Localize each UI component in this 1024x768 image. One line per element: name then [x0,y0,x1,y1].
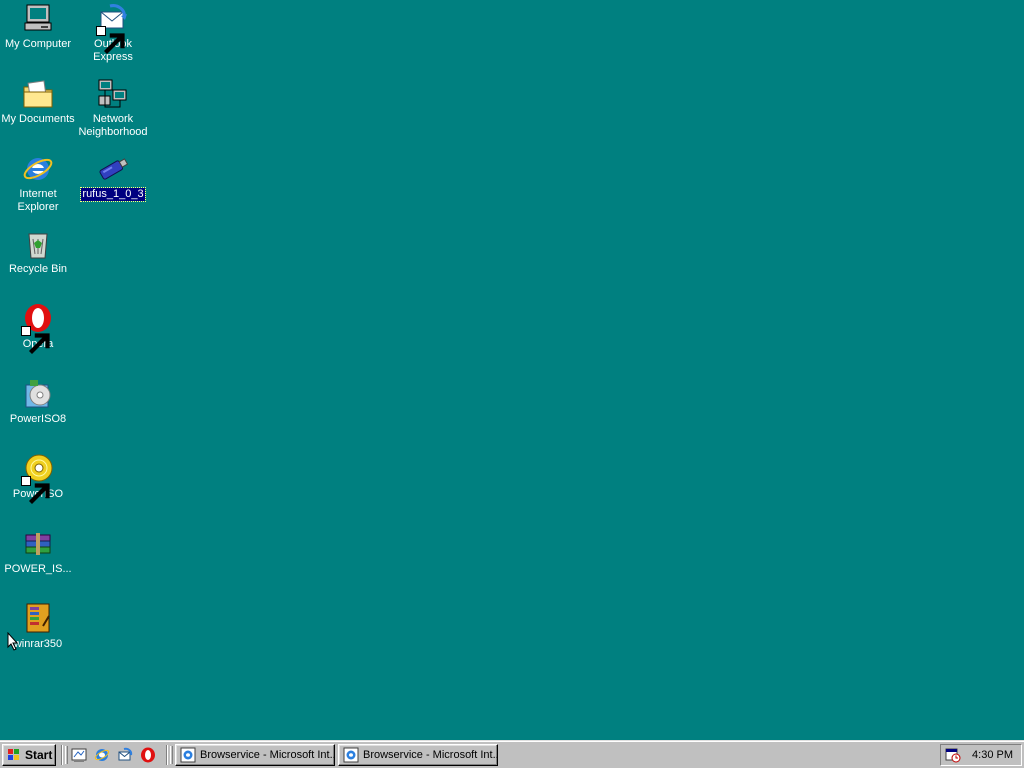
folder-documents-icon [21,77,55,111]
taskbar-separator [166,745,168,765]
internet-explorer-icon [180,747,196,763]
desktop: My Computer My Documents Internet Explor… [0,0,1024,740]
internet-explorer-icon[interactable] [94,747,110,763]
desktop-icon-label: PowerISO8 [9,413,67,425]
show-desktop-icon[interactable] [71,747,87,763]
start-label: Start [25,748,53,762]
taskbar: Start Browservice - Microsoft Int... Bro… [0,740,1024,768]
taskbar-button-label: Browservice - Microsoft Int... [200,749,335,761]
shortcut-arrow-icon [96,26,125,55]
winrar-installer-icon [21,602,55,636]
power-iso-archive-desktop-icon[interactable]: POWER_IS... [0,527,76,576]
internet-explorer-icon [21,152,55,186]
toolbar-grip[interactable] [170,746,173,764]
desktop-icon-label: My Computer [4,38,72,50]
my-computer-desktop-icon[interactable]: My Computer [0,2,76,51]
desktop-icon-label: Internet Explorer [17,188,59,213]
poweriso-desktop-icon[interactable]: PowerISO [0,452,76,505]
recycle-bin-icon [21,227,55,261]
outlook-express-desktop-icon[interactable]: Outlook Express [75,2,151,64]
scheduler-icon[interactable] [945,747,961,763]
poweriso-installer-icon [21,377,55,411]
desktop-icon-label: POWER_IS... [4,563,72,575]
opera-icon [21,302,55,355]
clock[interactable]: 4:30 PM [972,749,1013,761]
taskbar-button-label: Browservice - Microsoft Int... [363,749,498,761]
desktop-icon-label: Network Neighborhood [78,113,148,138]
system-tray: 4:30 PM [940,744,1022,766]
start-button[interactable]: Start [2,744,56,766]
desktop-icon-label: My Documents [1,113,75,125]
desktop-icon-label: rufus_1_0_3 [80,187,146,202]
windows-logo-icon [8,749,19,760]
toolbar-grip[interactable] [65,746,68,764]
outlook-express-icon[interactable] [117,747,133,763]
outlook-express-icon [96,2,130,55]
opera-desktop-icon[interactable]: Opera [0,302,76,355]
mouse-pointer-icon [7,632,19,651]
usb-drive-icon [96,152,130,186]
desktop-icon-label: Recycle Bin [8,263,68,275]
network-neighborhood-desktop-icon[interactable]: Network Neighborhood [75,77,151,139]
network-icon [96,77,130,111]
rufus-desktop-icon[interactable]: rufus_1_0_3 [75,152,151,202]
internet-explorer-icon [343,747,359,763]
recycle-bin-desktop-icon[interactable]: Recycle Bin [0,227,76,276]
poweriso8-desktop-icon[interactable]: PowerISO8 [0,377,76,426]
computer-icon [21,2,55,36]
winrar-archive-icon [21,527,55,561]
shortcut-arrow-icon [21,476,50,505]
shortcut-arrow-icon [21,326,50,355]
internet-explorer-desktop-icon[interactable]: Internet Explorer [0,152,76,214]
opera-icon[interactable] [140,747,156,763]
poweriso-disc-icon [21,452,55,505]
taskbar-separator [61,745,63,765]
taskbar-button-browservice-2[interactable]: Browservice - Microsoft Int... [338,744,498,766]
my-documents-desktop-icon[interactable]: My Documents [0,77,76,126]
taskbar-button-browservice-1[interactable]: Browservice - Microsoft Int... [175,744,335,766]
desktop-icon-label: winrar350 [13,638,63,650]
